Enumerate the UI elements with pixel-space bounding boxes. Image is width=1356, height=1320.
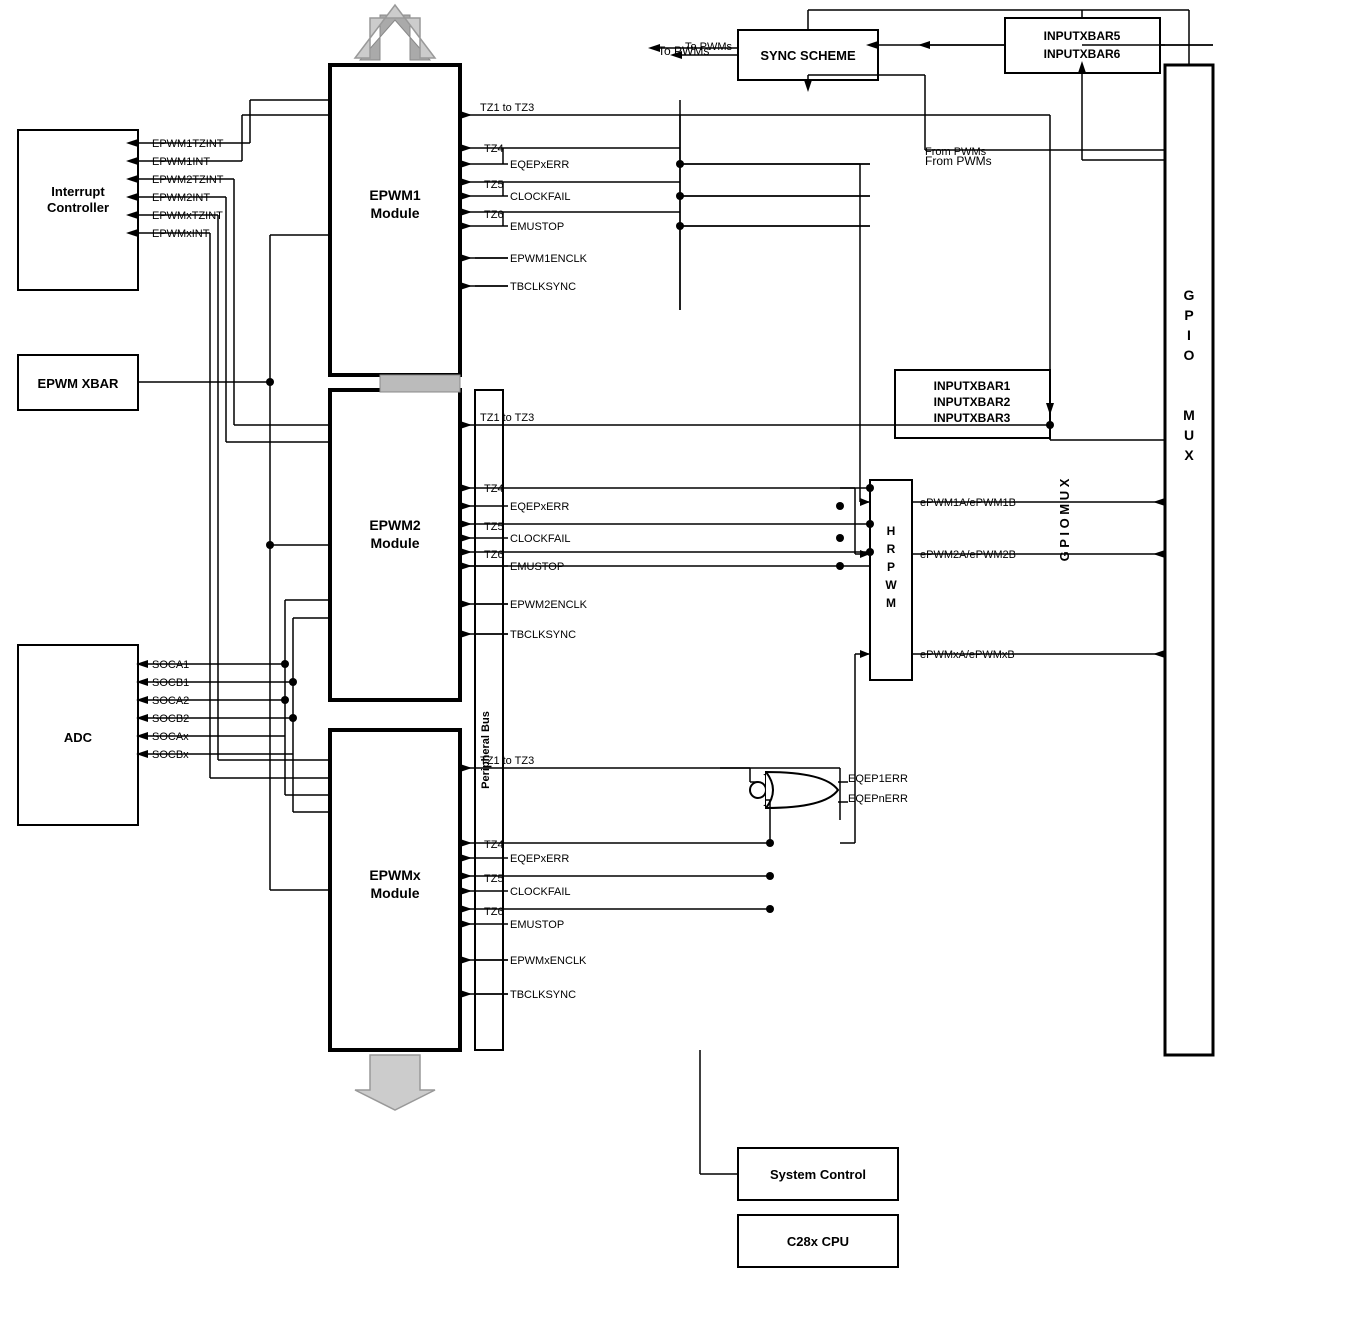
svg-text:P: P (1184, 307, 1193, 323)
svg-text:TZ4: TZ4 (484, 143, 504, 155)
svg-text:ePWM2A/ePWM2B: ePWM2A/ePWM2B (920, 549, 1016, 561)
svg-text:TZ5: TZ5 (484, 873, 504, 885)
svg-text:EQEPxERR: EQEPxERR (510, 501, 569, 513)
svg-text:INPUTXBAR5: INPUTXBAR5 (1044, 29, 1121, 43)
svg-text:P: P (887, 560, 895, 574)
svg-text:TZ4: TZ4 (484, 483, 504, 495)
svg-text:SOCA1: SOCA1 (152, 659, 189, 671)
svg-text:H: H (887, 524, 896, 538)
svg-text:INPUTXBAR6: INPUTXBAR6 (1044, 47, 1121, 61)
svg-text:EPWM1INT: EPWM1INT (152, 156, 210, 168)
svg-text:O: O (1184, 347, 1195, 363)
svg-text:ePWMxA/ePWMxB: ePWMxA/ePWMxB (920, 649, 1015, 661)
svg-text:INPUTXBAR2: INPUTXBAR2 (934, 395, 1011, 409)
svg-text:TZ6: TZ6 (484, 549, 504, 561)
svg-text:EQEPxERR: EQEPxERR (510, 853, 569, 865)
svg-text:To PWMs: To PWMs (685, 41, 733, 53)
svg-text:EPWM2ENCLK: EPWM2ENCLK (510, 599, 588, 611)
svg-text:INPUTXBAR1: INPUTXBAR1 (934, 379, 1011, 393)
svg-text:C28x CPU: C28x CPU (787, 1234, 849, 1249)
svg-text:SOCB1: SOCB1 (152, 677, 189, 689)
svg-text:X: X (1184, 447, 1194, 463)
svg-text:ePWM1A/ePWM1B: ePWM1A/ePWM1B (920, 497, 1016, 509)
svg-text:EQEP1ERR: EQEP1ERR (848, 773, 908, 785)
svg-text:M: M (1183, 407, 1195, 423)
svg-text:EPWM2INT: EPWM2INT (152, 192, 210, 204)
svg-text:TZ6: TZ6 (484, 906, 504, 918)
svg-text:M: M (886, 596, 896, 610)
svg-text:TBCLKSYNC: TBCLKSYNC (510, 629, 576, 641)
svg-text:INPUTXBAR3: INPUTXBAR3 (934, 411, 1011, 425)
svg-text:EPWMxTZINT: EPWMxTZINT (152, 210, 223, 222)
svg-text:Module: Module (371, 205, 420, 221)
svg-text:EQEPnERR: EQEPnERR (848, 793, 908, 805)
svg-text:System Control: System Control (770, 1167, 866, 1182)
svg-text:TZ1 to TZ3: TZ1 to TZ3 (480, 755, 534, 767)
svg-text:TZ1 to TZ3: TZ1 to TZ3 (480, 412, 534, 424)
svg-text:EMUSTOP: EMUSTOP (510, 561, 564, 573)
svg-text:Controller: Controller (47, 200, 109, 215)
svg-text:TBCLKSYNC: TBCLKSYNC (510, 281, 576, 293)
svg-text:TZ5: TZ5 (484, 179, 504, 191)
svg-text:G P I O M U X: G P I O M U X (1057, 478, 1072, 561)
svg-text:EPWM2TZINT: EPWM2TZINT (152, 174, 224, 186)
svg-text:EQEPxERR: EQEPxERR (510, 159, 569, 171)
svg-text:ADC: ADC (64, 730, 93, 745)
svg-text:TZ1 to TZ3: TZ1 to TZ3 (480, 102, 534, 114)
svg-text:SOCB2: SOCB2 (152, 713, 189, 725)
svg-text:G: G (1184, 287, 1195, 303)
svg-text:EPWM2: EPWM2 (369, 517, 421, 533)
diagram: Interrupt Controller EPWM XBAR ADC EPWM1… (0, 0, 1356, 1320)
svg-text:SOCAx: SOCAx (152, 731, 189, 743)
main-svg: Interrupt Controller EPWM XBAR ADC EPWM1… (0, 0, 1356, 1320)
svg-text:EPWM1ENCLK: EPWM1ENCLK (510, 253, 588, 265)
svg-text:CLOCKFAIL: CLOCKFAIL (510, 886, 571, 898)
svg-text:TBCLKSYNC: TBCLKSYNC (510, 989, 576, 1001)
svg-text:TZ5: TZ5 (484, 521, 504, 533)
svg-text:SYNC SCHEME: SYNC SCHEME (760, 48, 856, 63)
svg-text:SOCA2: SOCA2 (152, 695, 189, 707)
svg-text:Module: Module (371, 535, 420, 551)
svg-text:EPWMxINT: EPWMxINT (152, 228, 210, 240)
svg-text:EPWMx: EPWMx (369, 867, 421, 883)
svg-text:EPWM1: EPWM1 (369, 187, 421, 203)
svg-text:EPWM XBAR: EPWM XBAR (38, 376, 120, 391)
svg-text:EMUSTOP: EMUSTOP (510, 919, 564, 931)
svg-text:SOCBx: SOCBx (152, 749, 189, 761)
svg-text:From PWMs: From PWMs (925, 146, 987, 158)
svg-text:I: I (1187, 327, 1191, 343)
svg-text:Peripheral Bus: Peripheral Bus (480, 711, 492, 789)
svg-text:W: W (885, 578, 897, 592)
svg-text:TZ4: TZ4 (484, 839, 504, 851)
svg-text:CLOCKFAIL: CLOCKFAIL (510, 533, 571, 545)
svg-text:Module: Module (371, 885, 420, 901)
svg-text:TZ6: TZ6 (484, 209, 504, 221)
svg-text:R: R (887, 542, 896, 556)
svg-text:CLOCKFAIL: CLOCKFAIL (510, 191, 571, 203)
svg-text:EPWMxENCLK: EPWMxENCLK (510, 955, 587, 967)
svg-text:U: U (1184, 427, 1194, 443)
svg-text:Interrupt: Interrupt (51, 184, 105, 199)
svg-text:EMUSTOP: EMUSTOP (510, 221, 564, 233)
svg-text:EPWM1TZINT: EPWM1TZINT (152, 138, 224, 150)
